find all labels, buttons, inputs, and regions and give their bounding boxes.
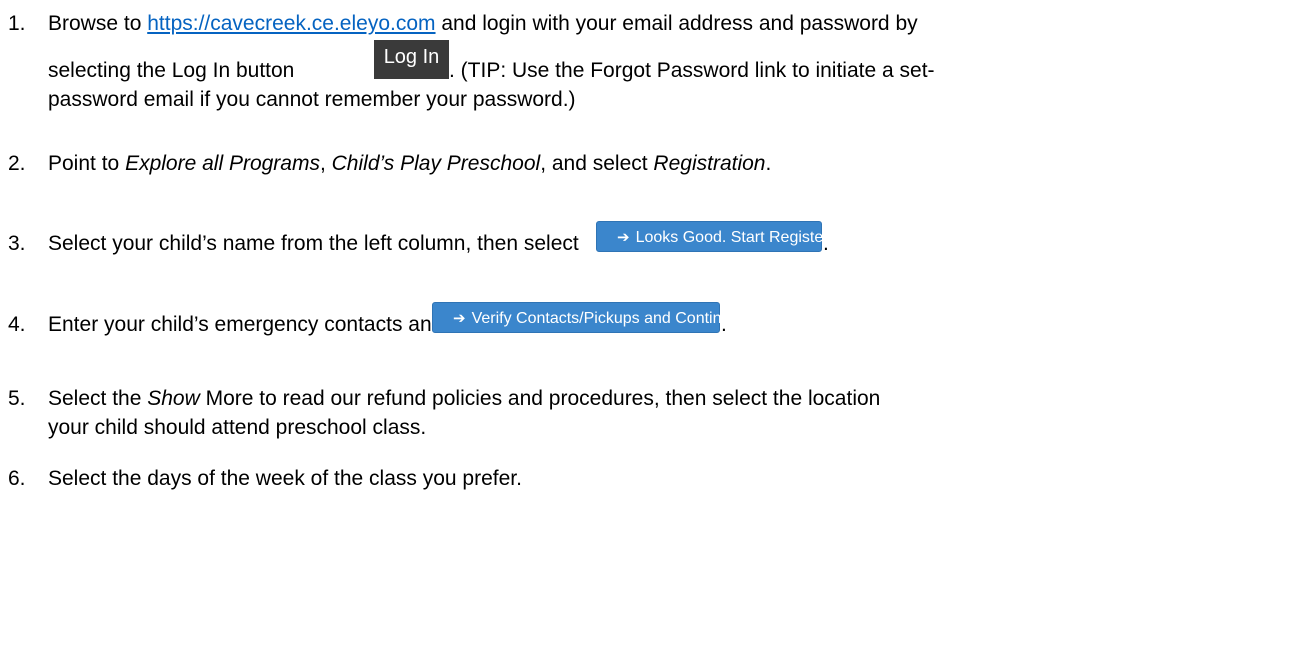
registration-term: Registration [653, 152, 766, 175]
step-number: 2. [8, 152, 26, 175]
step-number: 5. [8, 387, 26, 410]
looks-good-start-registering-button[interactable]: ➔ Looks Good. Start Registering. [596, 221, 854, 252]
step-6-text: Select the days of the week of the class… [48, 467, 522, 490]
step-2-text: Point to Explore all Programs, Child’s P… [48, 152, 771, 176]
step-number: 4. [8, 313, 26, 336]
log-in-button[interactable]: Log In [374, 40, 449, 79]
arrow-right-icon: ➔ [453, 310, 466, 327]
step-4-text: Enter your child’s emergency contacts an… [48, 313, 444, 336]
childs-play-preschool-term: Child’s Play Preschool [331, 152, 541, 175]
step-3-end: . [823, 232, 829, 255]
step-1-text-after: and login with your email address and pa… [435, 12, 918, 35]
verify-contacts-pickups-continue-button[interactable]: ➔ Verify Contacts/Pickups and Continue [432, 302, 739, 333]
step-5-pre: Select the [48, 387, 148, 410]
step-1-line-3: password email if you cannot remember yo… [48, 88, 576, 111]
step-number: 6. [8, 467, 26, 490]
step-number: 1. [8, 12, 26, 35]
step-4-end: . [721, 313, 727, 336]
eleyo-link[interactable]: https://cavecreek.ce.eleyo.com [147, 12, 435, 35]
step-1-line-2a: selecting the Log In button [48, 59, 295, 82]
step-1-line-1: Browse to https://cavecreek.ce.eleyo.com… [48, 12, 918, 36]
step-5-rest: More to read our refund policies and pro… [199, 387, 881, 410]
step-3-text: Select your child’s name from the left c… [48, 232, 579, 255]
step-2-end: . [765, 152, 772, 175]
step-1-line-2b: . (TIP: Use the Forgot Password link to … [449, 59, 935, 82]
arrow-right-icon: ➔ [617, 229, 630, 246]
step-2-pre: Point to [48, 152, 126, 175]
step-2-sep1: , [319, 152, 332, 175]
step-1-text-before: Browse to [48, 12, 148, 35]
button-label: Verify Contacts/Pickups and Continue [471, 310, 740, 327]
step-5-line-1: Select the Show More to read our refund … [48, 387, 880, 411]
step-2-sep2: , and select [540, 152, 654, 175]
button-label: Looks Good. Start Registering. [635, 229, 855, 246]
step-number: 3. [8, 232, 26, 255]
step-5-line-2: your child should attend preschool class… [48, 416, 427, 439]
explore-all-programs-term: Explore all Programs [125, 152, 320, 175]
show-term: Show [147, 387, 200, 410]
